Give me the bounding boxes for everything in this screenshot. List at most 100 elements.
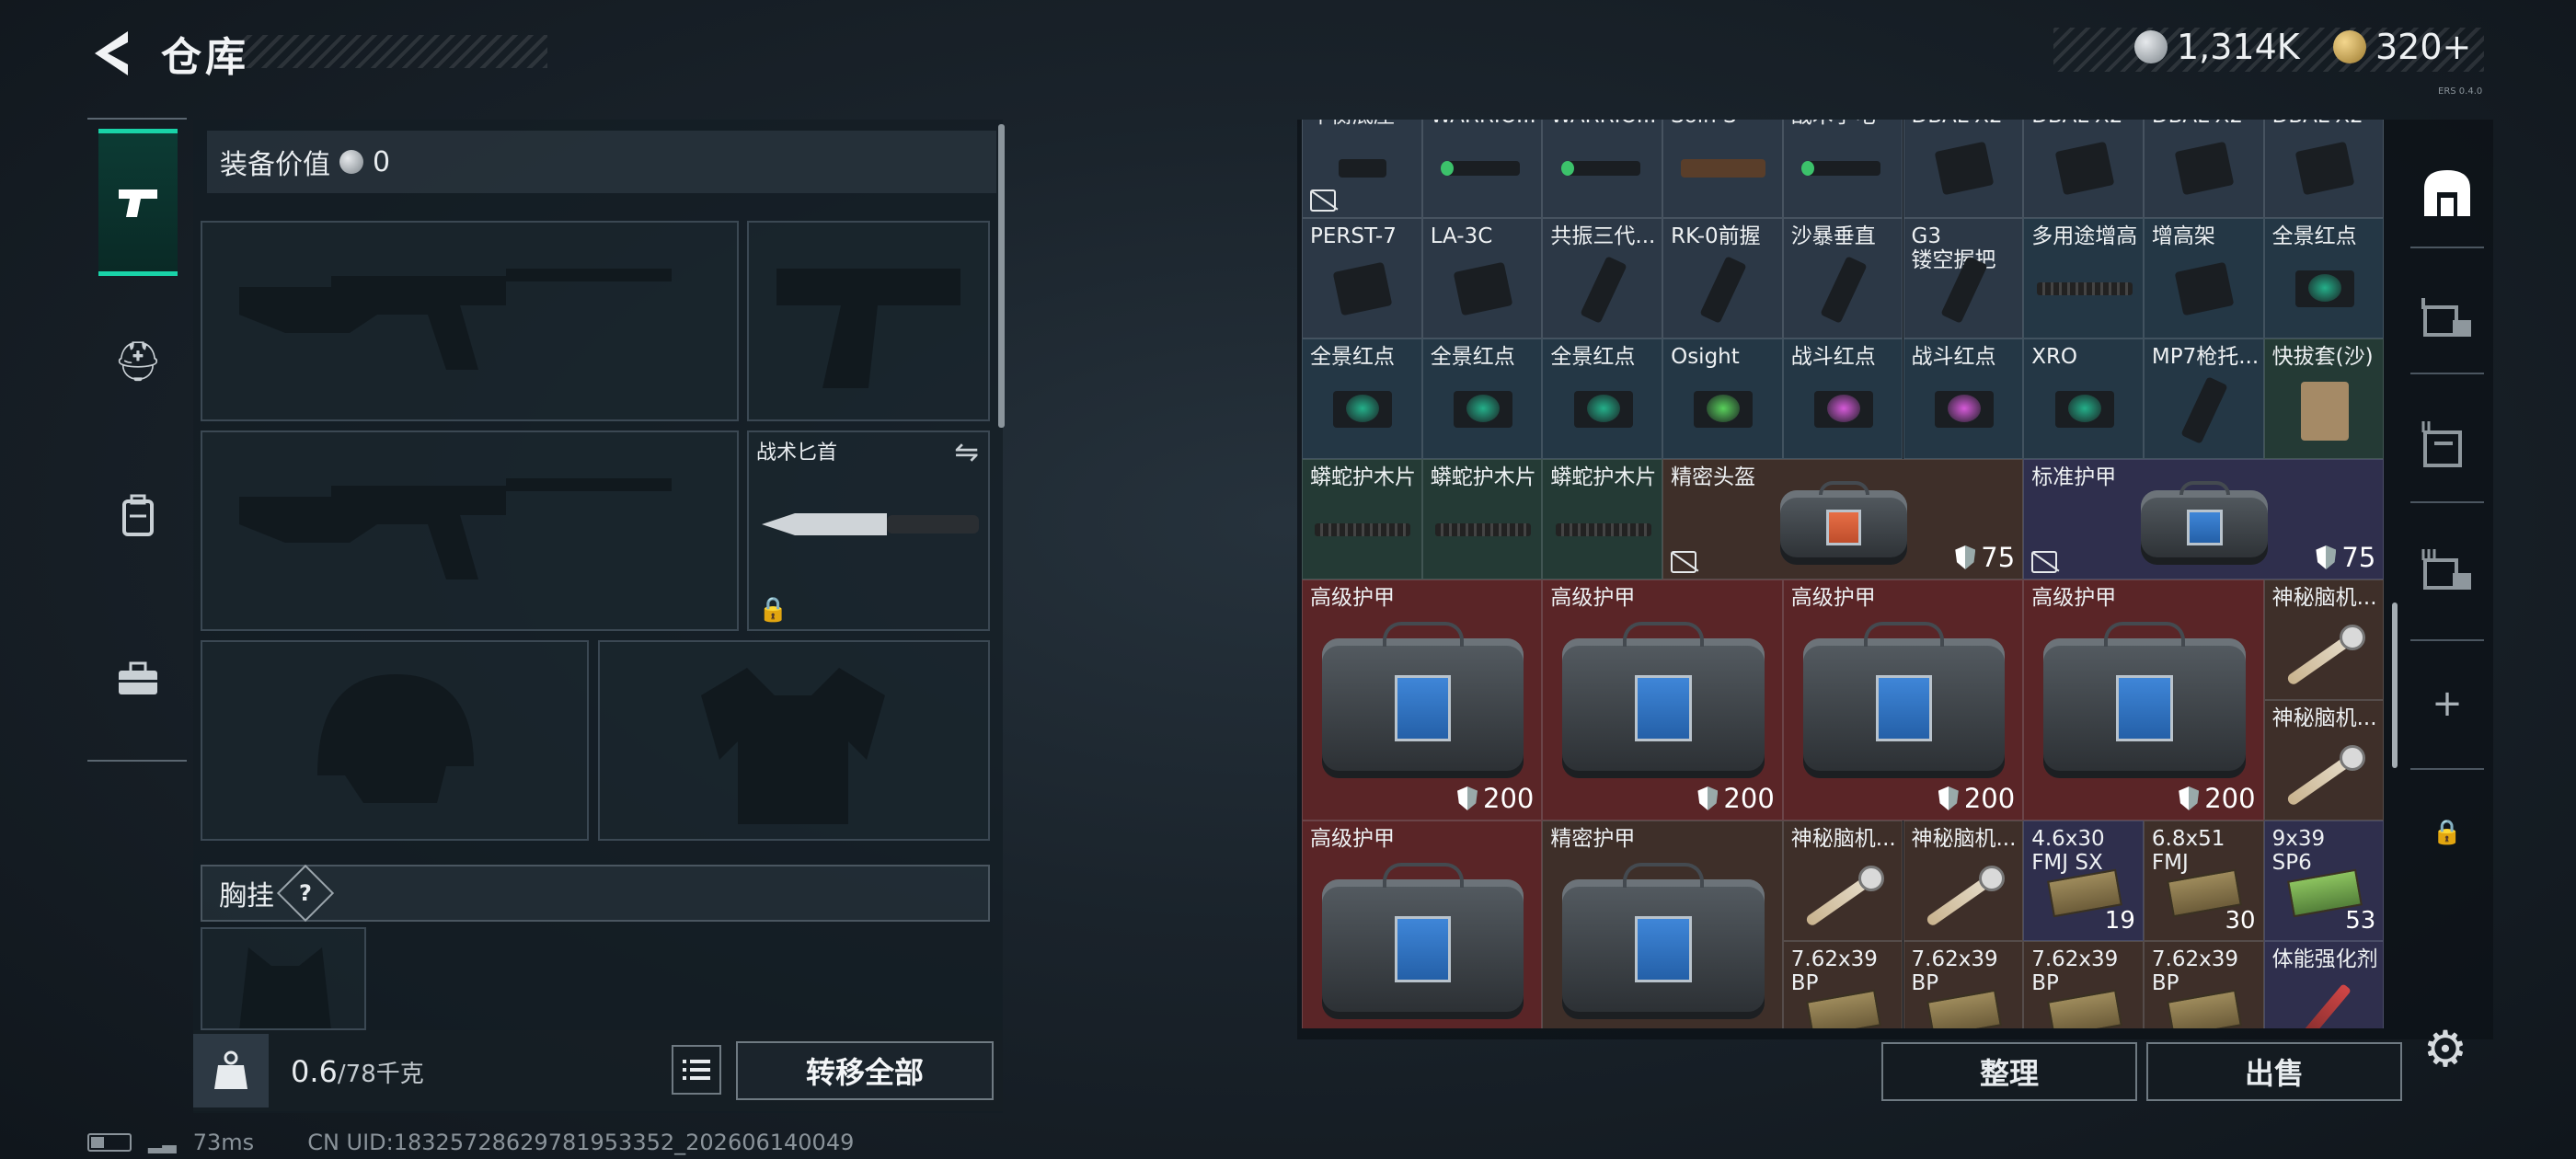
storage-scrollbar[interactable] bbox=[2392, 602, 2398, 768]
storage-item[interactable]: LA-3C bbox=[1421, 218, 1543, 339]
laser-module-icon bbox=[2294, 141, 2355, 196]
storage-item[interactable]: WARRIO... bbox=[1421, 120, 1543, 218]
storage-item[interactable]: G3 镂空握把 bbox=[1903, 218, 2024, 339]
add-storage-button[interactable]: + bbox=[2410, 671, 2484, 736]
laser-module-icon bbox=[1332, 261, 1393, 316]
storage-item[interactable]: 7.62x39 BP bbox=[2023, 941, 2144, 1028]
storage-item[interactable]: Soin S bbox=[1662, 120, 1783, 218]
storage-item[interactable]: 共振三代... bbox=[1542, 218, 1663, 339]
storage-item[interactable]: 蟒蛇护木片 bbox=[1302, 459, 1422, 580]
item-name: 神秘脑机... bbox=[2271, 706, 2377, 730]
transfer-all-button[interactable]: 转移全部 bbox=[736, 1041, 994, 1100]
sell-button[interactable]: 出售 bbox=[2146, 1042, 2402, 1101]
storage-item[interactable]: 7.62x39 BP bbox=[1782, 941, 1903, 1028]
storage-item[interactable]: 神秘脑机... bbox=[1782, 820, 1903, 941]
storage-item[interactable]: 神秘脑机... bbox=[1903, 820, 2024, 941]
storage-item[interactable]: 战术手电 bbox=[1782, 120, 1903, 218]
secondary-weapon-slot[interactable] bbox=[201, 430, 739, 631]
storage-item-armor[interactable]: 精密护甲 bbox=[1542, 820, 1783, 1028]
storage-item[interactable]: 7.62x39 BP bbox=[2143, 941, 2264, 1028]
laser-module-icon bbox=[2054, 141, 2114, 196]
armor-slot[interactable] bbox=[598, 640, 990, 841]
storage-item[interactable]: Osight bbox=[1662, 339, 1783, 459]
storage-item-armor[interactable]: 高级护甲 200 bbox=[1302, 580, 1543, 820]
storage-item[interactable]: 多用途增高 bbox=[2023, 218, 2144, 339]
storage-item[interactable]: XRO bbox=[2023, 339, 2144, 459]
item-name: WARRIO... bbox=[1431, 120, 1536, 128]
storage-item[interactable]: DBAL-X2 bbox=[2263, 120, 2385, 218]
item-name: 蟒蛇护木片 bbox=[1550, 465, 1657, 489]
gold-currency[interactable]: 320+ bbox=[2333, 23, 2471, 71]
item-name: PERST-7 bbox=[1310, 224, 1397, 248]
storage-item[interactable]: DBAL-X2 bbox=[2023, 120, 2144, 218]
pistol-slot[interactable] bbox=[747, 221, 990, 421]
storage-tab-home[interactable] bbox=[2410, 161, 2484, 225]
storage-item[interactable]: 神秘脑机... bbox=[2263, 580, 2385, 700]
armor-bag-icon bbox=[2141, 481, 2269, 566]
storage-item[interactable]: 7.62x39 BP bbox=[1903, 941, 2024, 1028]
storage-item[interactable]: 沙暴垂直 bbox=[1782, 218, 1903, 339]
storage-item[interactable]: 快拔套(沙) bbox=[2263, 339, 2385, 459]
storage-item[interactable]: 体能强化剂 bbox=[2263, 941, 2385, 1028]
storage-item-armor[interactable]: 高级护甲 200 bbox=[1782, 580, 2024, 820]
storage-item[interactable]: PERST-7 bbox=[1302, 218, 1422, 339]
storage-item-armor[interactable]: 高级护甲 bbox=[1302, 820, 1543, 1028]
storage-item[interactable]: 全景红点 bbox=[2263, 218, 2385, 339]
chip-head-icon bbox=[2339, 744, 2365, 771]
storage-tab-2[interactable] bbox=[2410, 412, 2484, 476]
storage-item[interactable]: MP7枪托... bbox=[2143, 339, 2264, 459]
storage-item-armor[interactable]: 高级护甲 200 bbox=[1542, 580, 1783, 820]
storage-item-armor[interactable]: 高级护甲 200 bbox=[2023, 580, 2264, 820]
storage-item-armor[interactable]: 精密头盔 75 bbox=[1662, 459, 2024, 580]
storage-item[interactable]: 全景红点 bbox=[1421, 339, 1543, 459]
storage-item[interactable]: 6.8x51 FMJ 30 bbox=[2143, 820, 2264, 941]
storage-item[interactable]: 神秘脑机... bbox=[2263, 700, 2385, 820]
category-helmet[interactable]: ⛑ bbox=[98, 317, 178, 406]
locked-storage-tab[interactable]: 🔒 bbox=[2410, 800, 2484, 865]
storage-item[interactable]: DBAL-X2 bbox=[1903, 120, 2024, 218]
storage-item-armor[interactable]: 标准护甲 75 bbox=[2023, 459, 2385, 580]
back-arrow-icon[interactable] bbox=[87, 28, 133, 79]
foregrip-icon bbox=[1580, 256, 1627, 324]
storage-item[interactable]: RK-0前握 bbox=[1662, 218, 1783, 339]
item-name: 全景红点 bbox=[1430, 345, 1515, 369]
chest-rig-slot[interactable] bbox=[201, 927, 366, 1030]
settings-gear-icon[interactable]: ⚙ bbox=[2418, 1020, 2473, 1078]
sort-button[interactable]: 整理 bbox=[1881, 1042, 2137, 1101]
bag-panel bbox=[2186, 509, 2223, 545]
primary-weapon-slot[interactable] bbox=[201, 221, 739, 421]
helmet-slot[interactable] bbox=[201, 640, 589, 841]
list-view-button[interactable] bbox=[672, 1045, 721, 1095]
stack-count: 53 bbox=[2345, 907, 2376, 935]
right-sidebar-divider bbox=[2410, 373, 2484, 374]
category-backpack[interactable] bbox=[98, 471, 178, 559]
storage-item[interactable]: 战斗红点 bbox=[1782, 339, 1903, 459]
category-weapons[interactable] bbox=[98, 129, 178, 276]
equipment-value: 0 bbox=[373, 145, 391, 178]
storage-tab-1[interactable] bbox=[2410, 285, 2484, 350]
helmet-silhouette-icon bbox=[317, 674, 474, 803]
storage-tab-3[interactable] bbox=[2410, 538, 2484, 602]
storage-item[interactable]: 战斗红点 bbox=[1903, 339, 2024, 459]
version-label: ERS 0.4.0 bbox=[2438, 86, 2483, 97]
category-case[interactable] bbox=[98, 635, 178, 723]
equipment-scrollbar[interactable] bbox=[998, 124, 1005, 428]
item-name: 战斗红点 bbox=[1790, 345, 1876, 369]
melee-slot[interactable]: 战术匕首 ⇋ 🔒 bbox=[747, 430, 990, 631]
storage-item[interactable]: 蟒蛇护木片 bbox=[1542, 459, 1663, 580]
storage-item[interactable]: 平衡底座 bbox=[1302, 120, 1422, 218]
help-button[interactable]: ? bbox=[276, 864, 335, 923]
item-name: WARRIO... bbox=[1550, 120, 1656, 128]
sight-lens-icon bbox=[1947, 394, 1981, 422]
storage-item[interactable]: 9x39 SP6 53 bbox=[2263, 820, 2385, 941]
armor-durability: 75 bbox=[1955, 542, 2015, 573]
storage-item[interactable]: DBAL-X2 bbox=[2143, 120, 2264, 218]
storage-item[interactable]: 全景红点 bbox=[1302, 339, 1422, 459]
storage-item[interactable]: 4.6x30 FMJ SX 19 bbox=[2023, 820, 2144, 941]
storage-item[interactable]: 增高架 bbox=[2143, 218, 2264, 339]
storage-item[interactable]: 全景红点 bbox=[1542, 339, 1663, 459]
swap-icon[interactable]: ⇋ bbox=[954, 434, 979, 469]
storage-item[interactable]: 蟒蛇护木片 bbox=[1421, 459, 1543, 580]
sidebar-divider bbox=[87, 760, 187, 762]
storage-item[interactable]: WARRIO... bbox=[1542, 120, 1663, 218]
